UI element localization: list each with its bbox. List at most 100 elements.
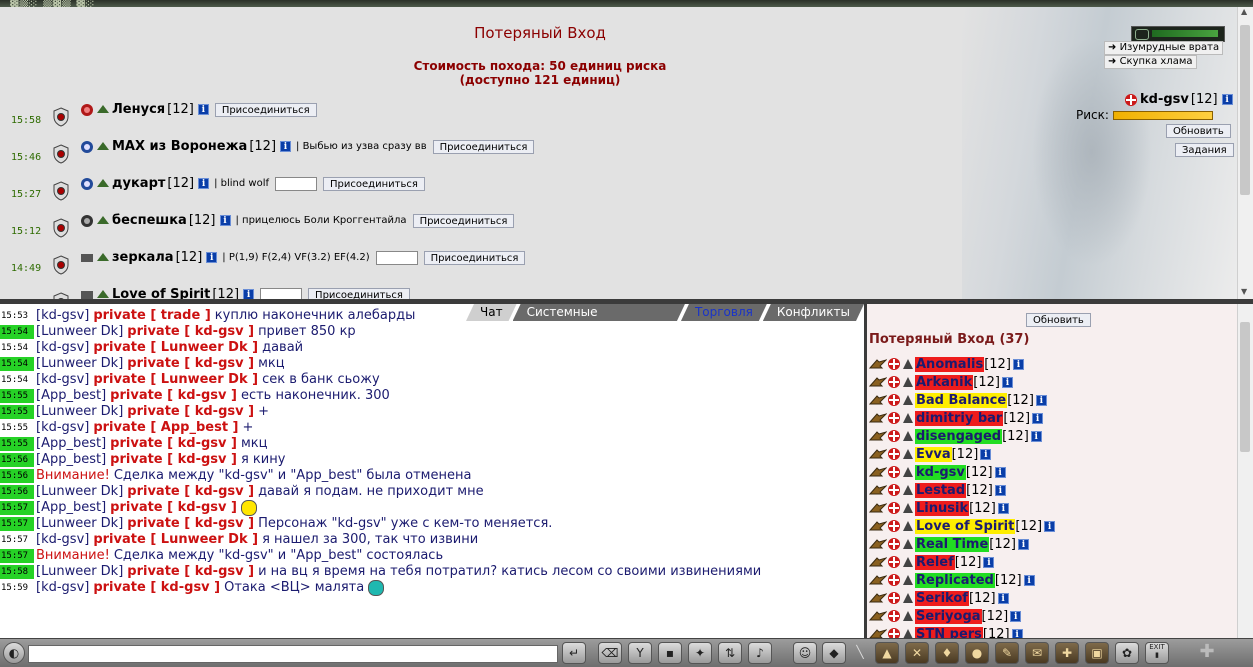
message-author[interactable]: [App_best]: [36, 388, 106, 404]
tasks-button[interactable]: Задания: [1175, 143, 1234, 157]
private-message-icon[interactable]: [868, 537, 888, 551]
info-icon[interactable]: i: [1023, 574, 1035, 586]
lock-icon[interactable]: ▣: [1085, 642, 1109, 664]
message-time[interactable]: 15:54: [0, 341, 34, 355]
chat-mode-icon[interactable]: ◐: [3, 642, 25, 664]
leader-name[interactable]: беспешка: [112, 213, 187, 228]
password-input[interactable]: [275, 176, 318, 191]
puzzle-icon[interactable]: ✚: [1195, 642, 1219, 664]
private-target[interactable]: private [ kd-gsv ]: [110, 452, 237, 468]
message-author[interactable]: [Lunweer Dk]: [36, 404, 123, 420]
player-name[interactable]: Bad Balance: [915, 392, 1008, 408]
info-icon[interactable]: i: [197, 104, 209, 115]
private-message-icon[interactable]: [868, 447, 888, 461]
message-time[interactable]: 15:59: [0, 581, 34, 595]
clan-icon[interactable]: ✚: [1055, 642, 1079, 664]
gold-icon[interactable]: ●: [965, 642, 989, 664]
info-icon[interactable]: i: [983, 556, 995, 568]
message-time[interactable]: 15:57: [0, 533, 34, 547]
private-target[interactable]: private [ kd-gsv ]: [110, 388, 237, 404]
player-name[interactable]: Linusik: [915, 500, 970, 516]
join-button[interactable]: Присоединиться: [423, 250, 526, 265]
player-name[interactable]: Arkanik: [915, 374, 974, 390]
player-name[interactable]: Love of Spirit: [915, 518, 1016, 534]
message-time[interactable]: 15:57: [0, 501, 34, 515]
skills-icon[interactable]: ✕: [905, 642, 929, 664]
private-message-icon[interactable]: [868, 429, 888, 443]
private-message-icon[interactable]: [868, 591, 888, 605]
info-icon[interactable]: i: [1035, 394, 1047, 406]
password-input[interactable]: [375, 250, 418, 265]
message-author[interactable]: [kd-gsv]: [36, 372, 89, 388]
save-icon[interactable]: ▪: [658, 642, 682, 664]
message-author[interactable]: [Lunweer Dk]: [36, 484, 123, 500]
private-message-icon[interactable]: [869, 627, 888, 638]
message-author[interactable]: [kd-gsv]: [36, 580, 89, 596]
private-target[interactable]: private [ kd-gsv ]: [127, 356, 254, 372]
player-name[interactable]: Lestad: [915, 482, 967, 498]
player-name[interactable]: kd-gsv: [915, 464, 966, 480]
private-target[interactable]: private [ kd-gsv ]: [110, 436, 237, 452]
message-author[interactable]: [App_best]: [36, 436, 106, 452]
leader-name[interactable]: Ленуся: [112, 102, 165, 117]
private-message-icon[interactable]: [868, 375, 888, 389]
player-name[interactable]: kd-gsv: [1140, 92, 1189, 107]
chat-input[interactable]: [28, 645, 558, 663]
message-time[interactable]: 15:58: [0, 565, 34, 579]
friends-icon[interactable]: ✿: [1115, 642, 1139, 664]
info-icon[interactable]: i: [198, 178, 210, 189]
player-name[interactable]: Relef: [915, 554, 955, 570]
helmet-icon[interactable]: ◆: [822, 642, 846, 664]
send-icon[interactable]: ↵: [562, 642, 586, 664]
walk-icon[interactable]: ✦: [688, 642, 712, 664]
join-button[interactable]: Присоединиться: [214, 102, 317, 117]
message-author[interactable]: [App_best]: [36, 500, 106, 516]
info-icon[interactable]: i: [994, 466, 1006, 478]
message-time[interactable]: 15:56: [0, 485, 34, 499]
private-target[interactable]: private [ Lunweer Dk ]: [93, 532, 258, 548]
message-time[interactable]: 15:53: [0, 309, 34, 323]
filter-icon[interactable]: Y: [628, 642, 652, 664]
message-time[interactable]: 15:56: [0, 469, 34, 483]
join-button[interactable]: Присоединиться: [308, 287, 410, 299]
player-name[interactable]: dimitriy bar: [915, 410, 1004, 426]
join-button[interactable]: Присоединиться: [432, 139, 535, 154]
message-time[interactable]: 15:54: [0, 373, 34, 387]
message-author[interactable]: [Lunweer Dk]: [36, 564, 123, 580]
message-time[interactable]: 15:55: [0, 405, 34, 419]
info-icon[interactable]: i: [1044, 520, 1056, 532]
join-button[interactable]: Присоединиться: [412, 213, 515, 228]
smile-icon[interactable]: ☺: [793, 642, 817, 664]
info-icon[interactable]: i: [997, 502, 1009, 514]
eraser-icon[interactable]: ⌫: [598, 642, 622, 664]
message-author[interactable]: [kd-gsv]: [36, 420, 89, 436]
message-time[interactable]: 15:54: [0, 325, 34, 339]
player-name[interactable]: Evva: [915, 446, 952, 462]
tab-chat[interactable]: Чат: [466, 304, 517, 321]
info-icon[interactable]: i: [206, 252, 218, 263]
player-name[interactable]: Real Time: [915, 536, 990, 552]
private-target[interactable]: private [ kd-gsv ]: [127, 564, 254, 580]
info-icon[interactable]: i: [1001, 376, 1013, 388]
info-icon[interactable]: i: [1030, 430, 1042, 442]
exit-icon[interactable]: EXIT ▮: [1145, 642, 1169, 664]
upper-scrollbar[interactable]: ▲ ▼: [1237, 7, 1253, 299]
info-icon[interactable]: i: [997, 592, 1009, 604]
private-target[interactable]: private [ kd-gsv ]: [93, 580, 220, 596]
message-time[interactable]: 15:54: [0, 357, 34, 371]
private-message-icon[interactable]: [868, 393, 888, 407]
message-author[interactable]: [kd-gsv]: [36, 308, 89, 324]
sound-icon[interactable]: ♪: [748, 642, 772, 664]
inventory-icon[interactable]: ▲: [875, 642, 899, 664]
private-message-icon[interactable]: [868, 357, 888, 371]
link-emerald-gates[interactable]: ➜ Изумрудные врата: [1104, 41, 1224, 55]
info-icon[interactable]: i: [219, 215, 231, 226]
players-scrollbar[interactable]: [1237, 304, 1253, 638]
player-name[interactable]: STN pers: [915, 626, 983, 638]
leader-name[interactable]: MAX из Воронежа: [112, 139, 247, 154]
player-name[interactable]: Seriyoga: [915, 608, 982, 624]
message-author[interactable]: [Lunweer Dk]: [36, 516, 123, 532]
message-author[interactable]: [kd-gsv]: [36, 532, 89, 548]
tab-system-messages[interactable]: Системные сообщения: [513, 304, 685, 321]
player-name[interactable]: Serikof: [915, 590, 969, 606]
